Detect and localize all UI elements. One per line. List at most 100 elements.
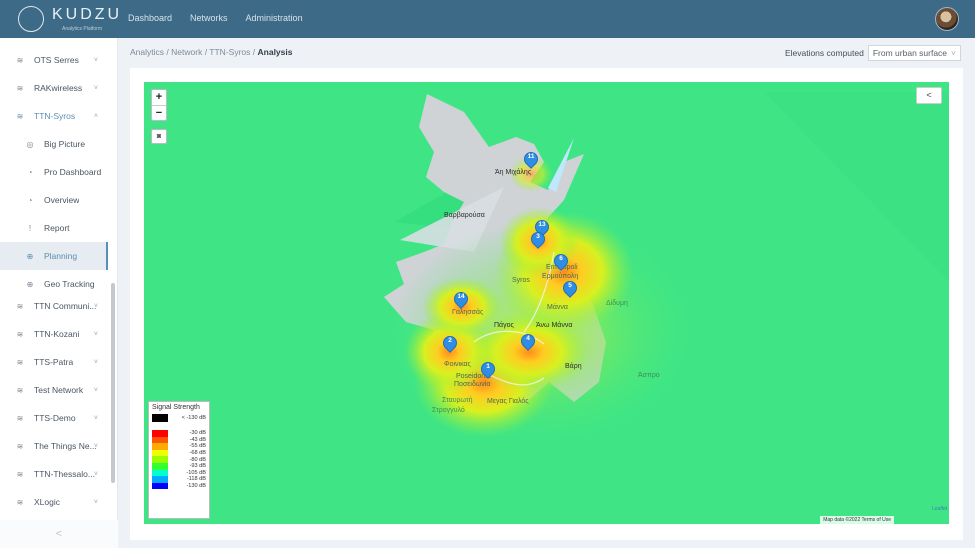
marker-number: 4 <box>526 335 530 342</box>
place-label: Ποσειδωνία <box>454 381 491 388</box>
breadcrumb-analytics[interactable]: Analytics <box>130 47 164 57</box>
sidebar-item-report[interactable]: ! Report <box>0 214 108 242</box>
sidebar-item-label: TTN-Kozani <box>34 329 80 339</box>
sidebar-item-big-picture[interactable]: ◎ Big Picture <box>0 130 108 158</box>
wifi-icon: ≋ <box>16 55 24 65</box>
wifi-icon: ≋ <box>16 357 24 367</box>
sidebar-item-tts-demo[interactable]: ≋ TTS-Demo ˅ <box>0 404 108 432</box>
legend-row: -130 dB <box>152 482 206 490</box>
breadcrumb-ttn-syros[interactable]: TTN-Syros <box>209 47 250 57</box>
breadcrumb-current: Analysis <box>257 47 293 57</box>
sidebar-item-ots-serres[interactable]: ≋ OTS Serres ˅ <box>0 46 108 74</box>
sidebar-item-label: TTN-Syros <box>34 111 76 121</box>
gateway-marker[interactable]: 5 <box>560 278 580 300</box>
legend-row: -80 dB <box>152 456 206 463</box>
target-icon: ⊕ <box>26 279 34 289</box>
sidebar-item-label: Planning <box>44 251 78 261</box>
legend-swatch <box>152 449 168 457</box>
panel-toggle-button[interactable]: < <box>916 87 942 104</box>
sidebar-item-label: OTS Serres <box>34 55 79 65</box>
sidebar-item-ttn-thessaloniki[interactable]: ≋ TTN-Thessalo... ˅ <box>0 460 108 488</box>
gateway-marker[interactable]: 4 <box>518 331 538 353</box>
zoom-out-button[interactable]: − <box>152 105 166 120</box>
sidebar-item-ttn-community[interactable]: ≋ TTN Communi... ˅ <box>0 292 108 320</box>
legend-swatch <box>152 476 168 483</box>
gateway-marker[interactable]: 6 <box>551 251 571 273</box>
place-label: Άσπρο <box>638 372 660 379</box>
sidebar-item-tts-patra[interactable]: ≋ TTS-Patra ˅ <box>0 348 108 376</box>
sidebar-item-label: TTS-Demo <box>34 413 76 423</box>
gateway-marker[interactable]: 1 <box>478 359 498 381</box>
camera-icon: ◙ <box>156 133 162 140</box>
chevron-down-icon: ˅ <box>951 48 956 58</box>
main-nav: Dashboard Networks Administration <box>128 13 303 23</box>
gateway-marker[interactable]: 2 <box>440 333 460 355</box>
legend-value: < -130 dB <box>181 415 206 421</box>
place-label: Μάννα <box>547 304 568 311</box>
elevation-control: Elevations computed From urban surface ˅ <box>785 45 961 61</box>
sidebar-item-overview[interactable]: ◔ Overview <box>0 186 108 214</box>
brand-subtitle: Analytics Platform <box>62 26 103 32</box>
marker-number: 11 <box>527 153 535 160</box>
breadcrumb-network[interactable]: Network <box>171 47 202 57</box>
gateway-marker[interactable]: 3 <box>528 229 548 251</box>
chevron-down-icon: ˅ <box>93 302 98 310</box>
signal-legend: Signal Strength < -130 dB -30 dB -43 dB -5… <box>148 401 210 519</box>
chevron-down-icon: ˅ <box>93 84 98 92</box>
legend-value: -43 dB <box>189 436 206 443</box>
place-label: Μεγας Γιαλός <box>487 398 529 405</box>
target-icon: ⊕ <box>26 251 34 261</box>
brand-name: KUDZU <box>52 6 123 23</box>
sidebar-item-label: Pro Dashboard <box>44 167 102 177</box>
legend-row: -118 dB <box>152 476 206 483</box>
place-label: Syros <box>512 277 530 284</box>
user-avatar[interactable] <box>935 7 959 31</box>
sidebar-item-pro-dashboard[interactable]: ◔ Pro Dashboard <box>0 158 108 186</box>
nav-dashboard[interactable]: Dashboard <box>128 13 172 23</box>
sidebar-item-test-network[interactable]: ≋ Test Network ˅ <box>0 376 108 404</box>
nav-administration[interactable]: Administration <box>246 13 303 23</box>
breadcrumb-separator: / <box>252 47 256 57</box>
zoom-in-button[interactable]: + <box>152 90 166 105</box>
map-canvas <box>144 82 949 524</box>
sidebar-item-rakwireless[interactable]: ≋ RAKwireless ˅ <box>0 74 108 102</box>
sidebar-item-xlogic[interactable]: ≋ XLogic ˅ <box>0 488 108 516</box>
elevation-select[interactable]: From urban surface ˅ <box>867 45 961 61</box>
sidebar-item-label: Test Network <box>34 385 84 395</box>
brand-logo[interactable]: KUDZU Analytics Platform <box>10 4 120 34</box>
leaflet-link[interactable]: Leaflet <box>932 506 947 512</box>
map-attribution[interactable]: Map data ©2022 Terms of Use <box>820 516 894 524</box>
gateway-marker[interactable]: 11 <box>521 149 541 171</box>
sidebar-scrollbar[interactable] <box>111 283 115 483</box>
gateway-marker[interactable]: 14 <box>451 289 471 311</box>
sidebar-item-ttn-kozani[interactable]: ≋ TTN-Kozani ˅ <box>0 320 108 348</box>
place-label: Φοινικας <box>444 361 471 368</box>
legend-swatch <box>152 456 168 463</box>
zoom-control: + − <box>151 89 167 121</box>
nav-networks[interactable]: Networks <box>190 13 228 23</box>
wifi-icon: ≋ <box>16 111 24 121</box>
chevron-down-icon: ˅ <box>93 470 98 478</box>
chevron-down-icon: ˅ <box>93 498 98 506</box>
sidebar-item-the-things-network[interactable]: ≋ The Things Ne... ˅ <box>0 432 108 460</box>
wifi-icon: ≋ <box>16 385 24 395</box>
place-label: Βάρη <box>565 363 582 370</box>
marker-number: 13 <box>538 221 546 228</box>
legend-swatch <box>152 414 168 422</box>
sidebar-item-planning[interactable]: ⊕ Planning <box>0 242 108 270</box>
sidebar: ≋ OTS Serres ˅ ≋ RAKwireless ˅ ≋ TTN-Syros ˄ ◎… <box>0 38 118 548</box>
place-label: Βαρβαρούσα <box>444 212 485 219</box>
legend-value: -30 dB <box>189 430 206 437</box>
legend-value: -80 dB <box>189 456 206 463</box>
screenshot-button[interactable]: ◙ <box>151 129 167 144</box>
eye-icon: ◎ <box>26 139 34 149</box>
wifi-icon: ≋ <box>16 83 24 93</box>
sidebar-item-label: Report <box>44 223 70 233</box>
sidebar-collapse-button[interactable]: < <box>0 520 118 548</box>
sidebar-item-ttn-syros[interactable]: ≋ TTN-Syros ˄ <box>0 102 108 130</box>
gauge-icon: ◔ <box>27 167 33 177</box>
coverage-map[interactable]: + − ◙ < Άη Μιχάλης Βαρβαρούσα Ermoupoli … <box>144 82 949 524</box>
legend-swatch <box>152 482 168 490</box>
legend-row: -43 dB <box>152 436 206 444</box>
legend-row: -55 dB <box>152 443 206 450</box>
